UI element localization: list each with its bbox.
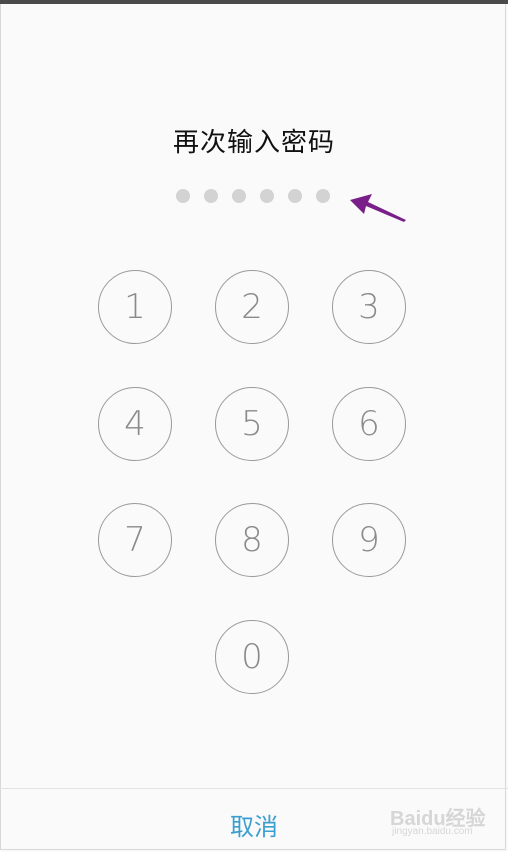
page-title: 再次输入密码 xyxy=(172,128,335,158)
key-3[interactable]: 3 xyxy=(332,270,406,344)
pin-dot xyxy=(260,189,274,203)
pin-dot xyxy=(204,189,218,203)
pin-dot xyxy=(288,189,302,203)
key-0[interactable]: 0 xyxy=(215,620,289,694)
key-2[interactable]: 2 xyxy=(215,270,289,344)
key-8[interactable]: 8 xyxy=(215,503,289,577)
key-1[interactable]: 1 xyxy=(98,270,172,344)
pin-dot xyxy=(232,189,246,203)
key-6[interactable]: 6 xyxy=(332,387,406,461)
key-9[interactable]: 9 xyxy=(332,503,406,577)
key-4[interactable]: 4 xyxy=(98,387,172,461)
key-5[interactable]: 5 xyxy=(215,387,289,461)
footer-divider xyxy=(0,788,508,789)
pin-indicator xyxy=(176,189,330,203)
key-7[interactable]: 7 xyxy=(98,503,172,577)
pin-dot xyxy=(316,189,330,203)
annotation-arrow-icon xyxy=(350,194,406,222)
pin-dot xyxy=(176,189,190,203)
cancel-button[interactable]: 取消 xyxy=(204,802,304,846)
